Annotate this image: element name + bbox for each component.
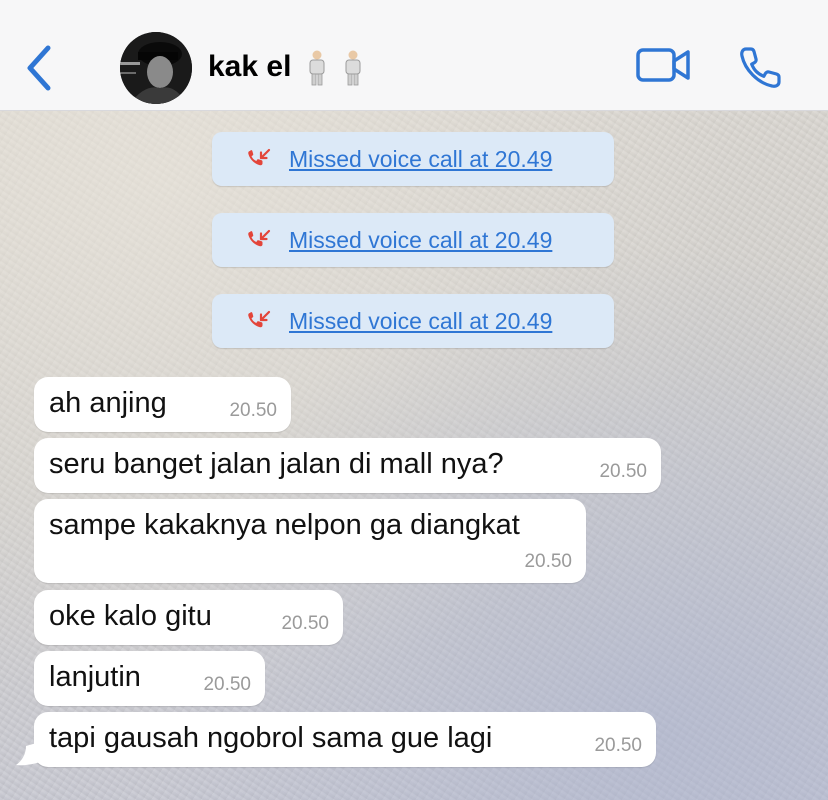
message-bubble[interactable]: ah anjing 20.50	[34, 377, 291, 432]
chat-area[interactable]: Missed voice call at 20.49 Missed voice …	[0, 111, 828, 800]
chevron-left-icon	[27, 45, 51, 91]
contact-name[interactable]: kak el	[208, 50, 364, 86]
message-timestamp: 20.50	[594, 735, 642, 756]
person-standing-icon	[345, 50, 361, 86]
person-standing-icon	[309, 50, 325, 86]
message-text: seru banget jalan jalan di mall nya?	[49, 448, 504, 480]
missed-call-notice[interactable]: Missed voice call at 20.49	[212, 294, 614, 348]
message-text: lanjutin	[49, 661, 141, 693]
contact-name-text: kak el	[208, 50, 292, 83]
video-call-button[interactable]	[634, 44, 694, 88]
chat-header: kak el	[0, 0, 828, 111]
missed-call-label: Missed voice call at 20.49	[289, 146, 553, 172]
message-timestamp: 20.50	[281, 613, 329, 634]
message-bubble[interactable]: tapi gausah ngobrol sama gue lagi 20.50	[34, 712, 656, 767]
message-bubble[interactable]: sampe kakaknya nelpon ga diangkat 20.50	[34, 499, 586, 583]
missed-call-label: Missed voice call at 20.49	[289, 308, 553, 334]
phone-icon	[740, 47, 781, 88]
missed-call-notice[interactable]: Missed voice call at 20.49	[212, 213, 614, 267]
message-text: ah anjing	[49, 387, 167, 419]
voice-call-button[interactable]	[736, 44, 784, 92]
missed-call-notice[interactable]: Missed voice call at 20.49	[212, 132, 614, 186]
message-timestamp: 20.50	[229, 400, 277, 421]
missed-call-label: Missed voice call at 20.49	[289, 227, 553, 253]
message-text: oke kalo gitu	[49, 600, 212, 632]
message-text: sampe kakaknya nelpon ga diangkat	[49, 509, 520, 541]
contact-avatar[interactable]	[120, 32, 192, 104]
missed-call-icon	[248, 229, 271, 247]
message-timestamp: 20.50	[524, 551, 572, 572]
missed-call-icon	[248, 148, 271, 166]
message-timestamp: 20.50	[599, 461, 647, 482]
message-bubble[interactable]: seru banget jalan jalan di mall nya? 20.…	[34, 438, 661, 493]
bubble-tail	[16, 742, 40, 766]
video-camera-icon	[636, 48, 690, 82]
message-timestamp: 20.50	[203, 674, 251, 695]
avatar-photo	[120, 32, 192, 104]
message-bubble[interactable]: oke kalo gitu 20.50	[34, 590, 343, 645]
back-button[interactable]	[18, 40, 62, 96]
missed-call-icon	[248, 310, 271, 328]
message-bubble[interactable]: lanjutin 20.50	[34, 651, 265, 706]
message-text: tapi gausah ngobrol sama gue lagi	[49, 722, 493, 754]
